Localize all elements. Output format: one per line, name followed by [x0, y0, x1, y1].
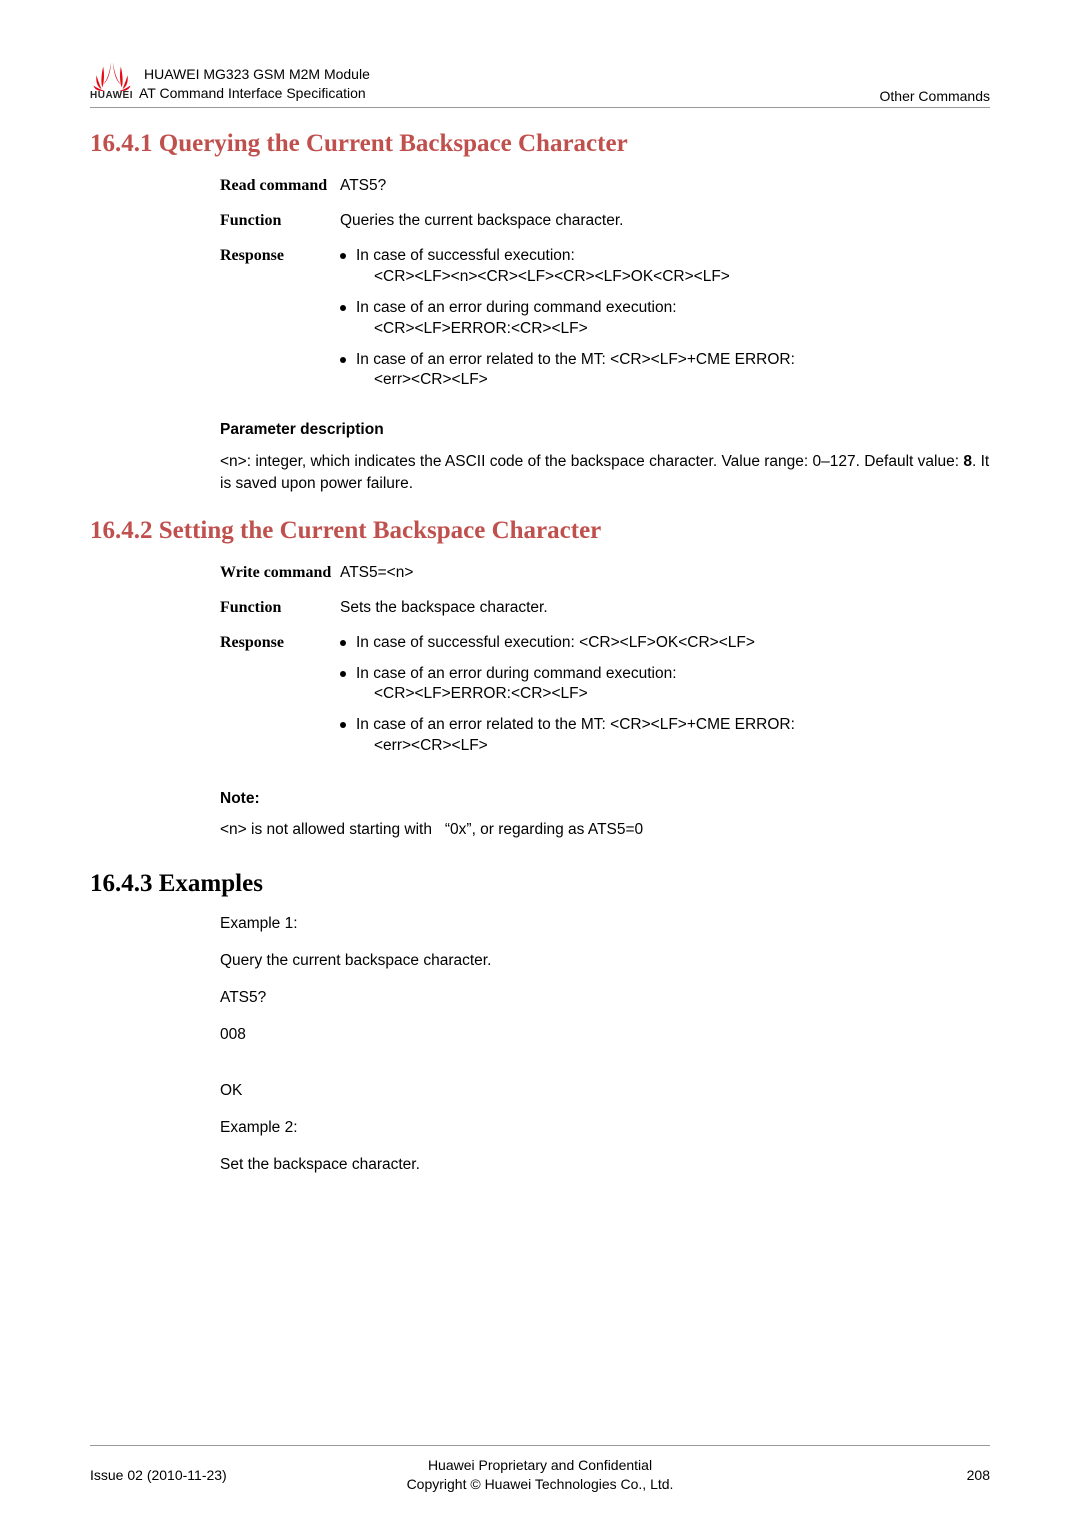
section-title-3: 16.4.3 Examples: [90, 870, 990, 898]
section-title-2: 16.4.2 Setting the Current Backspace Cha…: [90, 517, 990, 545]
parameter-description-block: Parameter description <n>: integer, whic…: [220, 421, 990, 494]
response-label: Response: [220, 246, 340, 402]
response-list-2: In case of successful execution: <CR><LF…: [340, 633, 990, 758]
header-line2: AT Command Interface Specification: [139, 84, 366, 104]
response-item: In case of successful execution: <CR><LF…: [340, 246, 990, 288]
example-line: OK: [220, 1079, 990, 1102]
response-item: In case of an error during command execu…: [340, 298, 990, 340]
header-right: Other Commands: [880, 88, 990, 104]
function-value-2: Sets the backspace character.: [340, 598, 990, 619]
footer-page-number: 208: [765, 1467, 990, 1483]
parameter-description-title: Parameter description: [220, 421, 990, 439]
example-line: 008: [220, 1023, 990, 1046]
note-label: Note:: [220, 787, 990, 810]
footer-issue: Issue 02 (2010-11-23): [90, 1467, 315, 1483]
huawei-logo-icon: [90, 60, 134, 104]
page-header: HUAWEI MG323 GSM M2M Module HUAWEI AT Co…: [90, 60, 990, 108]
definition-block-2: Write command ATS5=<n> Function Sets the…: [220, 563, 990, 767]
example-line: Example 1:: [220, 912, 990, 935]
response-item: In case of an error during command execu…: [340, 664, 990, 706]
function-label-2: Function: [220, 598, 340, 619]
response-item: In case of an error related to the MT: <…: [340, 715, 990, 757]
response-label-2: Response: [220, 633, 340, 768]
note-block: Note: <n> is not allowed starting with “…: [220, 787, 990, 842]
example-line: Query the current backspace character.: [220, 949, 990, 972]
example-line: ATS5?: [220, 986, 990, 1009]
response-list-1: In case of successful execution: <CR><LF…: [340, 246, 990, 392]
function-label: Function: [220, 211, 340, 232]
examples-block: Example 1: Query the current backspace c…: [220, 912, 990, 1177]
write-command-label: Write command: [220, 563, 340, 584]
header-line1: HUAWEI MG323 GSM M2M Module: [144, 65, 880, 85]
response-item: In case of an error related to the MT: <…: [340, 350, 990, 392]
parameter-description-text: <n>: integer, which indicates the ASCII …: [220, 451, 990, 494]
read-command-label: Read command: [220, 176, 340, 197]
section-title-1: 16.4.1 Querying the Current Backspace Ch…: [90, 130, 990, 158]
footer-center: Huawei Proprietary and Confidential Copy…: [315, 1456, 765, 1495]
note-text: <n> is not allowed starting with “0x”, o…: [220, 818, 990, 841]
page-footer: Issue 02 (2010-11-23) Huawei Proprietary…: [90, 1445, 990, 1495]
definition-block-1: Read command ATS5? Function Queries the …: [220, 176, 990, 401]
function-value: Queries the current backspace character.: [340, 211, 990, 232]
write-command-value: ATS5=<n>: [340, 563, 990, 584]
example-line: Example 2:: [220, 1116, 990, 1139]
header-title-block: HUAWEI MG323 GSM M2M Module HUAWEI AT Co…: [144, 65, 880, 104]
example-line: Set the backspace character.: [220, 1153, 990, 1176]
response-item: In case of successful execution: <CR><LF…: [340, 633, 990, 654]
read-command-value: ATS5?: [340, 176, 990, 197]
